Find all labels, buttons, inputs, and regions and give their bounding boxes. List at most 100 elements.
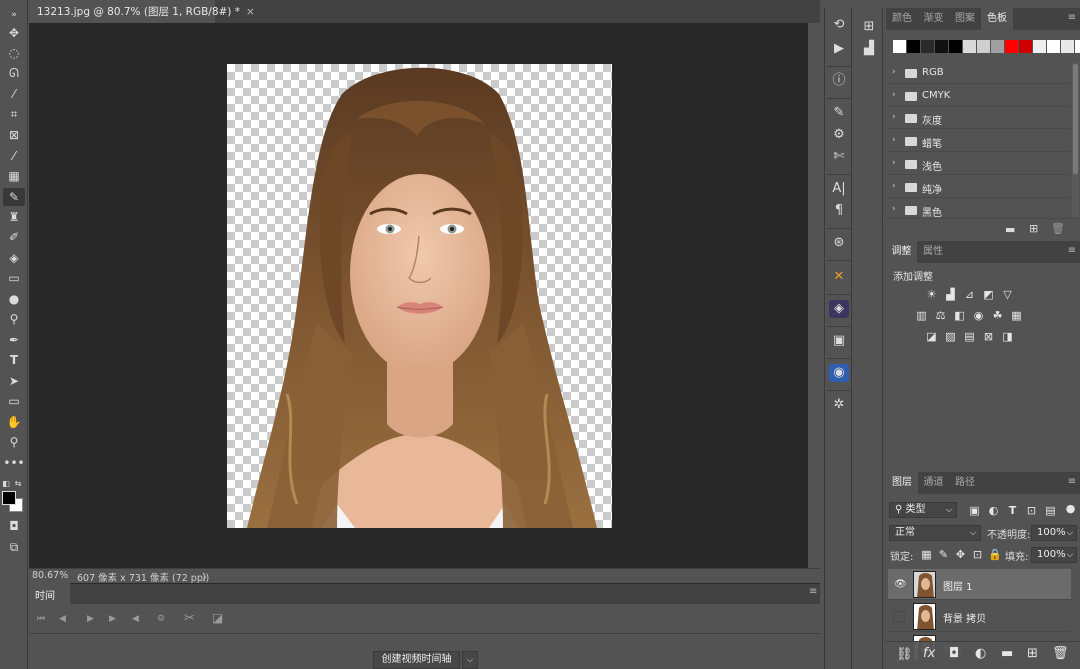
type-icon[interactable]: T <box>3 351 25 369</box>
toolbar-collapse-icon[interactable]: » <box>3 6 25 24</box>
swatch-group-dark[interactable]: › 黑色 <box>888 199 1071 217</box>
lasso-icon[interactable]: ᘏ <box>3 64 25 82</box>
tab-layers[interactable]: 图层 <box>886 472 918 494</box>
pen-icon[interactable]: ✒ <box>3 331 25 349</box>
vibrance-icon[interactable]: ▽ <box>1001 288 1014 301</box>
color-lookup-icon[interactable]: ▦ <box>1010 309 1023 322</box>
color-swatch[interactable] <box>1033 40 1046 53</box>
new-group-icon[interactable]: ▬ <box>1001 646 1013 661</box>
history-icon[interactable]: ⟲ <box>829 16 849 34</box>
selective-color-icon[interactable]: ◨ <box>1001 330 1014 343</box>
chevron-down-icon[interactable]: ⌵ <box>462 651 478 669</box>
tab-channels[interactable]: 通道 <box>918 472 949 494</box>
link-layers-icon[interactable]: ⛓ <box>896 647 913 662</box>
next-frame-icon[interactable]: ▶ <box>109 614 116 624</box>
clone-stamp-icon[interactable]: ♜ <box>3 208 25 226</box>
new-swatch-icon[interactable]: ⊞ <box>1029 222 1038 235</box>
color-swatch[interactable] <box>907 40 920 53</box>
foreground-color-swatch[interactable] <box>2 491 16 505</box>
magic-wand-icon[interactable]: ⁄ <box>3 85 25 103</box>
layer-row-background-copy[interactable]: 背景 拷贝 <box>888 601 1071 632</box>
new-group-folder-icon[interactable]: ▬ <box>1005 223 1015 236</box>
swatch-group-pure[interactable]: › 纯净 <box>888 176 1071 198</box>
eyedropper-icon[interactable]: ⁄ <box>3 147 25 165</box>
add-mask-icon[interactable]: ◘ <box>949 646 959 661</box>
levels-icon[interactable]: ▟ <box>944 288 957 301</box>
quick-mask-icon[interactable]: ◘ <box>3 517 25 535</box>
filter-toggle-icon[interactable]: ● <box>1064 502 1077 515</box>
healing-brush-icon[interactable]: ▦ <box>3 167 25 185</box>
gradient-icon[interactable]: ▭ <box>3 269 25 287</box>
marquee-icon[interactable]: ◌ <box>3 44 25 62</box>
dodge-icon[interactable]: ⚲ <box>3 310 25 328</box>
character-icon[interactable]: A| <box>829 180 849 198</box>
lock-transparent-icon[interactable]: ▦ <box>920 548 933 561</box>
new-adjustment-layer-icon[interactable]: ◐ <box>975 646 986 661</box>
default-colors-icon[interactable]: ◧ <box>0 474 12 492</box>
layers-menu-icon[interactable]: ≡ <box>1068 477 1076 487</box>
split-scissors-icon[interactable]: ✂ <box>184 611 195 626</box>
color-swatch[interactable] <box>1061 40 1074 53</box>
posterize-icon[interactable]: ▨ <box>944 330 957 343</box>
transition-icon[interactable]: ◪ <box>212 611 223 625</box>
opacity-input[interactable]: 100% ⌵ <box>1031 525 1077 541</box>
exposure-icon[interactable]: ◩ <box>982 288 995 301</box>
crop-icon[interactable]: ⌗ <box>3 105 25 123</box>
photo-filter-icon[interactable]: ◉ <box>972 309 985 322</box>
filter-pixel-icon[interactable]: ▣ <box>968 504 981 517</box>
tab-adjustments[interactable]: 调整 <box>886 241 917 263</box>
invert-icon[interactable]: ◪ <box>925 330 938 343</box>
tab-pattern[interactable]: 图案 <box>949 8 981 30</box>
tab-paths[interactable]: 路径 <box>949 472 981 494</box>
color-swatch[interactable] <box>935 40 948 53</box>
swatch-group-cmyk[interactable]: › CMYK <box>888 85 1071 107</box>
brush-settings-icon[interactable]: ✎ <box>829 104 849 122</box>
gradient-map-icon[interactable]: ⊠ <box>982 330 995 343</box>
fill-input[interactable]: 100% ⌵ <box>1031 547 1077 563</box>
history-brush-icon[interactable]: ✐ <box>3 228 25 246</box>
color-swatch[interactable] <box>893 40 906 53</box>
move-icon[interactable]: ✥ <box>3 24 25 42</box>
layer-row-layer1[interactable]: 👁 图层 1 <box>888 569 1071 600</box>
visibility-eye-icon[interactable]: 👁 <box>894 579 907 590</box>
swatch-group-gray[interactable]: › 灰度 <box>888 107 1071 129</box>
lock-all-icon[interactable]: 🔒 <box>988 548 1002 561</box>
curves-icon[interactable]: ⊿ <box>963 288 976 301</box>
screen-mode-icon[interactable]: ⧉ <box>3 538 25 556</box>
layer-style-icon[interactable]: fx <box>923 646 935 661</box>
status-more-icon[interactable]: 〉 <box>202 570 212 584</box>
brush-icon[interactable]: ✎ <box>3 188 25 206</box>
actions-play-icon[interactable]: ▶ <box>829 40 849 58</box>
color-swatch[interactable] <box>1005 40 1018 53</box>
canvas-scrollbar[interactable] <box>808 23 820 568</box>
plugin-lasso-icon[interactable]: ▣ <box>829 332 849 350</box>
path-selection-icon[interactable]: ➤ <box>3 372 25 390</box>
close-icon[interactable]: × <box>246 6 255 18</box>
timeline-menu-icon[interactable]: ≡ <box>809 587 817 597</box>
filter-adjustment-icon[interactable]: ◐ <box>987 504 1000 517</box>
adjustments-menu-icon[interactable]: ≡ <box>1068 246 1076 256</box>
threshold-icon[interactable]: ▤ <box>963 330 976 343</box>
audio-icon[interactable]: ◀ <box>132 614 139 624</box>
lock-image-icon[interactable]: ✎ <box>937 548 950 561</box>
tab-properties[interactable]: 属性 <box>917 241 949 263</box>
plugin-cross-icon[interactable]: ✕ <box>829 268 849 286</box>
eraser-icon[interactable]: ◈ <box>3 249 25 267</box>
3d-icon[interactable]: ⊛ <box>829 234 849 252</box>
color-swatch[interactable] <box>977 40 990 53</box>
color-swatch[interactable] <box>949 40 962 53</box>
create-video-timeline-button[interactable]: 创建视频时间轴 <box>373 651 460 669</box>
histogram-icon[interactable]: ▟ <box>859 40 879 58</box>
layer-filter-kind[interactable]: ⚲ 类型 ⌵ <box>889 502 957 518</box>
color-balance-icon[interactable]: ⚖ <box>934 309 947 322</box>
document-tab[interactable]: 13213.jpg @ 80.7% (图层 1, RGB/8#) * × <box>29 0 255 23</box>
play-icon[interactable]: ▶ <box>87 614 94 624</box>
plugin-app-icon[interactable]: ◉ <box>829 364 849 382</box>
color-swatch[interactable] <box>1075 40 1080 53</box>
tab-gradient[interactable]: 渐变 <box>918 8 949 30</box>
delete-swatch-icon[interactable]: 🗑 <box>1051 222 1065 235</box>
tab-timeline[interactable]: 时间轴 <box>29 583 70 617</box>
hand-icon[interactable]: ✋ <box>3 413 25 431</box>
color-swatch[interactable] <box>1019 40 1032 53</box>
zoom-level[interactable]: 80.67% <box>32 570 68 581</box>
